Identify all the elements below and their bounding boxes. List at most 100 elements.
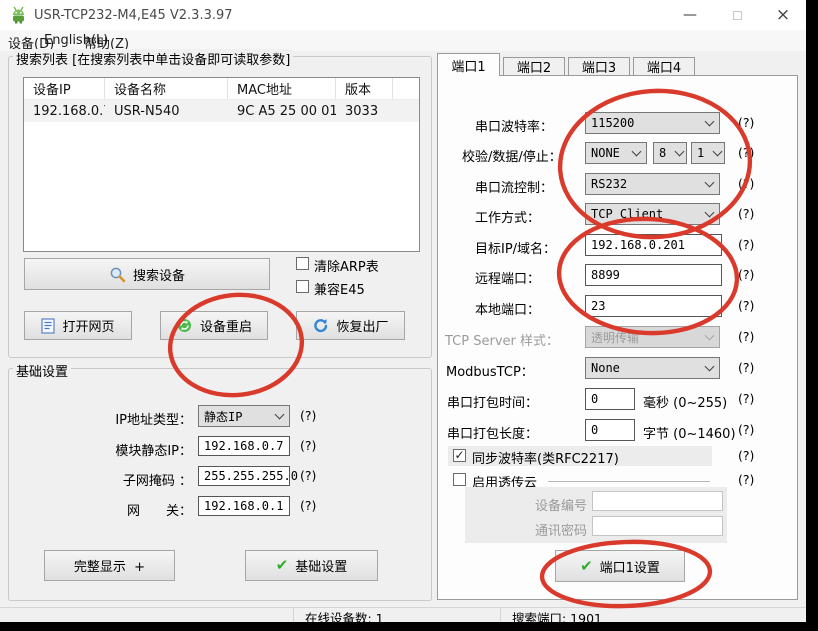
static-ip-field[interactable]: 192.168.0.7 (198, 436, 290, 456)
clear-arp-checkbox[interactable] (296, 257, 309, 270)
basic-set-button[interactable]: ✔ 基础设置 (245, 550, 378, 581)
col-device-name: 设备名称 (105, 78, 228, 99)
factory-reset-label: 恢复出厂 (336, 316, 388, 335)
pack-len-help[interactable]: (?) (738, 422, 754, 437)
close-button[interactable]: × (762, 0, 804, 30)
chevron-down-icon (699, 327, 719, 347)
device-list[interactable]: 设备IP 设备名称 MAC地址 版本 192.168.0.7 USR-N540 … (23, 77, 420, 252)
cloud-group-line (548, 481, 710, 482)
workmode-label: 工作方式： (475, 207, 540, 226)
target-ip-help[interactable]: (?) (738, 237, 754, 252)
gateway-help[interactable]: (?) (300, 498, 316, 513)
ip-type-select[interactable]: 静态IP (198, 405, 290, 427)
sync-baud-help[interactable]: (?) (738, 448, 754, 463)
port1-set-label: 端口1设置 (600, 557, 660, 576)
chevron-down-icon (699, 113, 719, 133)
maximize-button (716, 0, 758, 30)
parity-select[interactable]: NONE (585, 142, 647, 164)
check-icon: ✔ (276, 558, 289, 573)
static-ip-help[interactable]: (?) (300, 438, 316, 453)
device-id-label: 设备编号 (500, 495, 587, 514)
clear-arp-label: 清除ARP表 (314, 256, 379, 275)
local-port-label: 本地端口： (475, 299, 540, 318)
remote-port-field[interactable]: 8899 (585, 264, 722, 286)
cloud-checkbox[interactable] (453, 473, 466, 486)
static-ip-label: 模块静态IP： (100, 440, 192, 459)
flow-help[interactable]: (?) (738, 176, 754, 191)
cell-device-ip: 192.168.0.7 (24, 100, 105, 122)
table-row[interactable]: 192.168.0.7 USR-N540 9C A5 25 00 01 87 3… (24, 100, 419, 122)
pack-time-help[interactable]: (?) (738, 391, 754, 406)
local-port-field[interactable]: 23 (585, 295, 722, 317)
chevron-down-icon (710, 143, 724, 163)
minimize-button[interactable]: — (669, 0, 711, 30)
subnet-field[interactable]: 255.255.255.0 (198, 466, 290, 486)
tcp-server-style-select: 透明传输 (585, 326, 720, 348)
online-device-count: 在线设备数: 1 (305, 608, 384, 627)
full-display-button[interactable]: 完整显示 + (44, 550, 175, 581)
search-device-label: 搜索设备 (133, 265, 185, 284)
device-list-header: 设备IP 设备名称 MAC地址 版本 (24, 78, 419, 100)
modbus-select[interactable]: None (585, 357, 720, 379)
pack-time-field[interactable]: 0 (585, 388, 635, 410)
local-port-help[interactable]: (?) (738, 298, 754, 313)
parity-help[interactable]: (?) (738, 145, 754, 160)
flow-label: 串口流控制： (475, 177, 553, 196)
remote-port-label: 远程端口： (475, 268, 540, 287)
workmode-help[interactable]: (?) (738, 206, 754, 221)
baud-help[interactable]: (?) (738, 115, 754, 130)
tab-port4[interactable]: 端口4 (633, 57, 695, 75)
check-icon: ✔ (580, 559, 593, 574)
e45-compat-checkbox[interactable] (296, 280, 309, 293)
flow-select[interactable]: RS232 (585, 173, 720, 195)
restart-icon (176, 317, 193, 334)
remote-port-help[interactable]: (?) (738, 267, 754, 282)
port1-set-button[interactable]: ✔ 端口1设置 (555, 550, 685, 582)
subnet-help[interactable]: (?) (300, 468, 316, 483)
tcp-server-style-help[interactable]: (?) (738, 329, 754, 344)
target-ip-field[interactable]: 192.168.0.201 (585, 234, 722, 256)
sync-baud-label: 同步波特率(类RFC2217) (472, 448, 619, 467)
tcp-server-style-label: TCP Server 样式： (445, 330, 559, 349)
workmode-select[interactable]: TCP Client (585, 203, 720, 225)
pack-len-field[interactable]: 0 (585, 419, 635, 441)
col-device-ip: 设备IP (24, 78, 105, 99)
menu-bar: 设备(D) English(L) 帮助(Z) (0, 30, 806, 51)
pack-len-label: 串口打包长度： (447, 423, 538, 442)
baud-select[interactable]: 115200 (585, 112, 720, 134)
chevron-down-icon (269, 406, 289, 426)
cloud-help[interactable]: (?) (738, 472, 754, 487)
pack-time-unit: 毫秒 (0~255) (643, 392, 727, 411)
app-window: USR-TCP232-M4,E45 V2.3.3.97 — × 设备(D) En… (0, 0, 806, 622)
target-ip-label: 目标IP/域名： (475, 238, 556, 257)
device-restart-button[interactable]: 设备重启 (160, 311, 268, 340)
comm-password-label: 通讯密码 (500, 520, 587, 539)
webpage-icon (41, 318, 55, 334)
factory-reset-button[interactable]: 恢复出厂 (296, 311, 405, 340)
chevron-down-icon (699, 204, 719, 224)
sync-baud-checkbox[interactable]: ✓ (453, 449, 466, 462)
chevron-down-icon (672, 143, 686, 163)
open-webpage-label: 打开网页 (62, 316, 114, 335)
parity-label: 校验/数据/停止： (462, 146, 562, 165)
tab-port1[interactable]: 端口1 (437, 53, 500, 76)
ip-type-label: IP地址类型： (100, 409, 192, 428)
stopbits-select[interactable]: 1 (691, 142, 725, 164)
ip-type-help[interactable]: (?) (300, 408, 316, 423)
modbus-label: ModbusTCP： (446, 361, 534, 380)
gateway-label: 网 关： (100, 500, 192, 519)
status-bar (0, 607, 806, 622)
cell-version: 3033 (336, 100, 393, 122)
tab-port2[interactable]: 端口2 (503, 57, 565, 75)
databits-select[interactable]: 8 (653, 142, 687, 164)
factory-reset-icon (312, 317, 329, 334)
comm-password-field (592, 516, 723, 536)
chevron-down-icon (699, 358, 719, 378)
search-list-group-label: 搜索列表 [在搜索列表中单击设备即可读取参数] (13, 49, 293, 68)
gateway-field[interactable]: 192.168.0.1 (198, 496, 290, 516)
open-webpage-button[interactable]: 打开网页 (24, 311, 132, 340)
search-device-button[interactable]: 搜索设备 (24, 258, 270, 290)
basic-settings-group-label: 基础设置 (13, 361, 71, 380)
tab-port3[interactable]: 端口3 (568, 57, 630, 75)
modbus-help[interactable]: (?) (738, 360, 754, 375)
